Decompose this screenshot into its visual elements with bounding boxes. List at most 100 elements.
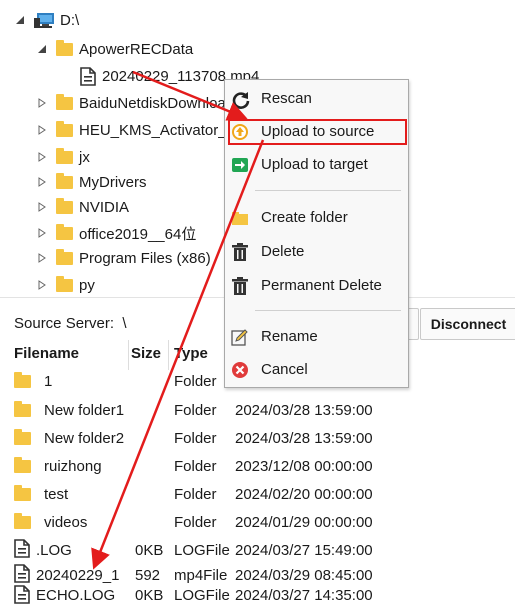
collapsed-arrow-icon[interactable]	[36, 97, 48, 109]
row-filename: 1	[44, 373, 53, 390]
row-type: Folder	[174, 514, 217, 531]
folder-icon	[56, 172, 73, 189]
folder-icon	[56, 223, 73, 240]
trash-icon	[231, 277, 249, 295]
row-date: 2024/03/28 13:59:00	[235, 402, 373, 419]
menu-item-label: Permanent Delete	[261, 277, 382, 294]
tree-item-py[interactable]: py	[36, 272, 95, 298]
source-server-path: \	[122, 315, 127, 332]
folder-icon	[14, 485, 31, 501]
disconnect-button[interactable]: Disconnect	[420, 308, 515, 340]
tree-item-nvidia[interactable]: NVIDIA	[36, 194, 129, 220]
tree-item-label: ApowerRECData	[79, 40, 194, 58]
collapsed-arrow-icon[interactable]	[36, 151, 48, 163]
collapsed-arrow-icon[interactable]	[36, 279, 48, 291]
menu-item-upload-to-source[interactable]: Upload to source	[225, 118, 408, 146]
table-row[interactable]: New folder2 Folder 2024/03/28 13:59:00	[0, 424, 515, 454]
folder-icon	[231, 209, 249, 227]
collapsed-arrow-icon[interactable]	[36, 176, 48, 188]
row-date: 2024/02/20 00:00:00	[235, 486, 373, 503]
row-type: LOGFile	[174, 587, 230, 604]
column-separator[interactable]	[168, 340, 169, 370]
row-type: Folder	[174, 430, 217, 447]
table-row[interactable]: ruizhong Folder 2023/12/08 00:00:00	[0, 452, 515, 482]
menu-item-upload-to-target[interactable]: Upload to target	[225, 151, 408, 179]
file-icon	[14, 564, 30, 583]
collapsed-arrow-icon[interactable]	[36, 227, 48, 239]
tree-item-office2019[interactable]: office2019__64位	[36, 220, 196, 246]
file-icon	[14, 585, 30, 604]
folder-icon	[14, 372, 31, 388]
row-type: Folder	[174, 458, 217, 475]
table-row[interactable]: New folder1 Folder 2024/03/28 13:59:00	[0, 396, 515, 426]
row-size: 0KB	[135, 587, 164, 604]
row-filename: test	[44, 486, 69, 503]
tree-item-label: jx	[79, 148, 90, 166]
menu-item-label: Upload to source	[261, 123, 375, 140]
tree-item-mydrivers[interactable]: MyDrivers	[36, 169, 147, 195]
tree-item-label: py	[79, 276, 95, 294]
folder-icon	[56, 120, 73, 137]
menu-item-permanent-delete[interactable]: Permanent Delete	[225, 272, 408, 300]
upload-target-icon	[231, 156, 249, 174]
row-type: Folder	[174, 402, 217, 419]
row-filename: New folder2	[44, 430, 125, 447]
collapsed-arrow-icon[interactable]	[36, 252, 48, 264]
tree-item-baidunetdisk[interactable]: BaiduNetdiskDownload	[36, 90, 234, 116]
tree-item-program-files[interactable]: Program Files (x86)	[36, 245, 211, 271]
tree-item-drive[interactable]: D:\	[14, 7, 79, 33]
menu-item-delete[interactable]: Delete	[225, 238, 408, 266]
row-date: 2024/03/28 13:59:00	[235, 430, 373, 447]
row-filename: New folder1	[44, 402, 125, 419]
tree-item-jx[interactable]: jx	[36, 144, 90, 170]
pencil-icon	[231, 328, 249, 346]
table-row[interactable]: videos Folder 2024/01/29 00:00:00	[0, 508, 515, 538]
menu-item-rescan[interactable]: Rescan	[225, 85, 408, 113]
tree-item-heu-kms[interactable]: HEU_KMS_Activator_v3	[36, 117, 242, 143]
tree-item-label: BaiduNetdiskDownload	[79, 94, 235, 112]
menu-item-cancel[interactable]: Cancel	[225, 356, 408, 384]
menu-item-label: Delete	[261, 243, 305, 260]
cancel-icon	[231, 361, 249, 379]
row-date: 2024/03/27 14:35:00	[235, 587, 373, 604]
expanded-arrow-icon[interactable]	[36, 43, 48, 55]
menu-item-label: Upload to target	[261, 156, 368, 173]
menu-item-rename[interactable]: Rename	[225, 323, 408, 351]
folder-icon	[14, 429, 31, 445]
menu-item-label: Create folder	[261, 209, 348, 226]
row-date: 2023/12/08 00:00:00	[235, 458, 373, 475]
row-date: 2024/03/29 08:45:00	[235, 567, 373, 584]
column-header-filename[interactable]: Filename	[14, 345, 79, 362]
folder-icon	[14, 513, 31, 529]
row-size: 592	[135, 567, 161, 584]
row-date: 2024/03/27 15:49:00	[235, 542, 373, 559]
upload-source-icon	[231, 123, 249, 141]
column-header-size[interactable]: Size	[131, 345, 161, 362]
row-type: mp4File	[174, 567, 228, 584]
expanded-arrow-icon[interactable]	[14, 14, 26, 26]
folder-icon	[56, 147, 73, 164]
source-server-label: Source Server: \	[14, 315, 127, 332]
row-type: Folder	[174, 373, 217, 390]
tree-item-apowerrecdata[interactable]: ApowerRECData	[36, 36, 193, 62]
table-row[interactable]: ECHO.LOG 0KB LOGFile 2024/03/27 14:35:00	[0, 583, 515, 613]
row-filename: .LOG	[36, 542, 72, 559]
row-type: LOGFile	[174, 542, 230, 559]
collapsed-arrow-icon[interactable]	[36, 201, 48, 213]
table-row[interactable]: test Folder 2024/02/20 00:00:00	[0, 480, 515, 510]
tree-item-label: NVIDIA	[79, 198, 130, 216]
column-separator[interactable]	[128, 340, 129, 370]
folder-icon	[56, 93, 73, 110]
tree-item-label: MyDrivers	[79, 173, 147, 191]
trash-icon	[231, 243, 249, 261]
menu-item-label: Rescan	[261, 90, 312, 107]
menu-separator	[255, 310, 401, 311]
row-date: 2024/01/29 00:00:00	[235, 514, 373, 531]
menu-item-create-folder[interactable]: Create folder	[225, 204, 408, 232]
row-filename: ECHO.LOG	[36, 587, 116, 604]
collapsed-arrow-icon[interactable]	[36, 124, 48, 136]
column-header-type[interactable]: Type	[174, 345, 208, 362]
drive-icon	[34, 11, 56, 29]
file-icon	[80, 66, 96, 86]
folder-icon	[56, 275, 73, 292]
